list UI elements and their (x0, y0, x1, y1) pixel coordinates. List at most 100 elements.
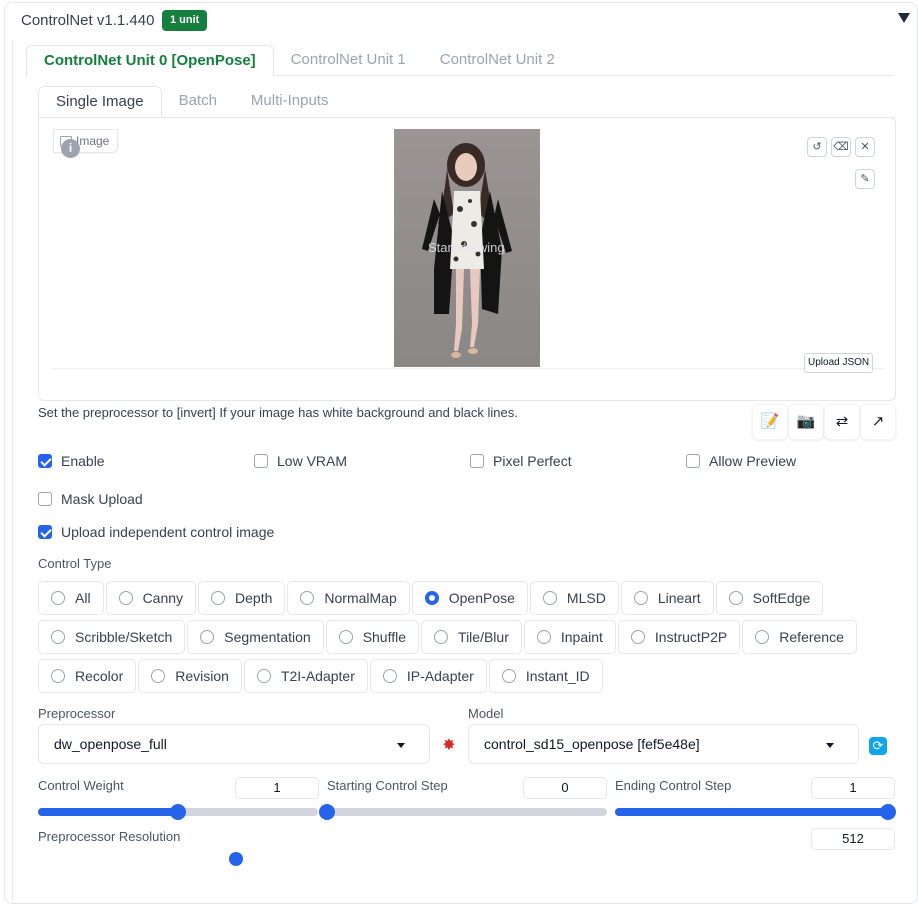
radio-circle-icon (542, 591, 557, 605)
radio-circle-icon (151, 669, 166, 683)
brush-icon[interactable]: ✎ (855, 169, 875, 189)
control-type-option-t2i-adapter[interactable]: T2I-Adapter (243, 659, 368, 693)
control-type-option-depth[interactable]: Depth (198, 581, 286, 615)
collapse-arrow-icon[interactable] (898, 13, 910, 23)
control-type-option-canny[interactable]: Canny (105, 581, 197, 615)
low-vram-checkbox-box[interactable] (254, 454, 268, 468)
control-type-option-label: Canny (142, 590, 184, 606)
radio-circle-icon (338, 630, 353, 644)
control-type-option-label: IP-Adapter (406, 668, 474, 684)
control-type-option-shuffle[interactable]: Shuffle (325, 620, 420, 654)
starting-step-input[interactable]: 0 (523, 777, 607, 799)
control-type-option-recolor[interactable]: Recolor (38, 659, 137, 693)
mask-upload-label: Mask Upload (61, 491, 143, 507)
edit-icon[interactable]: 📝 (752, 404, 788, 440)
radio-circle-icon (51, 591, 65, 605)
run-preprocessor-icon[interactable]: ✸ (440, 737, 458, 755)
pixel-perfect-checkbox-box[interactable] (470, 454, 484, 468)
control-type-option-label: All (75, 590, 91, 606)
tab-unit-0[interactable]: ControlNet Unit 0 [OpenPose] (26, 45, 274, 77)
control-type-option-scribble-sketch[interactable]: Scribble/Sketch (38, 620, 186, 654)
control-type-option-softedge[interactable]: SoftEdge (715, 581, 824, 615)
upload-independent-checkbox-box[interactable] (38, 525, 52, 539)
refresh-icon[interactable]: ⟳ (869, 737, 887, 755)
starting-step-slider-handle[interactable] (319, 804, 335, 820)
radio-circle-icon (633, 591, 648, 605)
enable-checkbox[interactable]: Enable (38, 453, 105, 469)
accordion-title[interactable]: ControlNet v1.1.440 (21, 12, 154, 29)
control-type-option-instant-id[interactable]: Instant_ID (488, 659, 603, 693)
pixel-perfect-checkbox[interactable]: Pixel Perfect (470, 453, 572, 469)
control-type-option-openpose[interactable]: OpenPose (411, 581, 528, 615)
control-type-option-label: Depth (235, 590, 273, 606)
preprocessor-label: Preprocessor (38, 706, 116, 721)
chevron-down-icon (826, 743, 834, 748)
swap-icon[interactable]: ⇄ (824, 404, 860, 440)
control-weight-slider[interactable] (38, 804, 318, 820)
control-type-option-segmentation[interactable]: Segmentation (187, 620, 324, 654)
control-type-option-label: MLSD (566, 590, 606, 606)
radio-circle-icon (118, 591, 133, 605)
control-type-option-ip-adapter[interactable]: IP-Adapter (369, 659, 487, 693)
control-type-option-normalmap[interactable]: NormalMap (287, 581, 410, 615)
control-type-option-label: InstructP2P (654, 629, 728, 645)
starting-step-label: Starting Control Step (327, 778, 448, 793)
mask-upload-checkbox[interactable]: Mask Upload (38, 491, 143, 507)
eraser-icon[interactable]: ⌫ (831, 137, 851, 157)
ending-step-label: Ending Control Step (615, 778, 732, 793)
tab-multi-inputs[interactable]: Multi-Inputs (234, 86, 346, 116)
low-vram-checkbox[interactable]: Low VRAM (254, 453, 347, 469)
mask-upload-checkbox-box[interactable] (38, 492, 52, 506)
unit-count-badge: 1 unit (162, 10, 208, 31)
radio-circle-icon (51, 630, 65, 644)
starting-step-slider[interactable] (319, 804, 607, 820)
control-type-option-label: Revision (175, 668, 229, 684)
radio-circle-icon (256, 669, 271, 683)
control-type-option-mlsd[interactable]: MLSD (529, 581, 619, 615)
unit-tabs: ControlNet Unit 0 [OpenPose] ControlNet … (26, 45, 572, 77)
control-type-option-lineart[interactable]: Lineart (620, 581, 714, 615)
camera-icon[interactable]: 📷 (788, 404, 824, 440)
control-type-row: Recolor Revision T2I-Adapter IP-Adapter Inst… (38, 659, 898, 698)
control-type-option-instructp2p[interactable]: InstructP2P (617, 620, 741, 654)
control-type-option-label: NormalMap (324, 590, 397, 606)
tab-single-image[interactable]: Single Image (38, 86, 162, 118)
tab-batch[interactable]: Batch (162, 86, 234, 116)
upload-json-button[interactable]: Upload JSON (804, 353, 874, 373)
model-label: Model (468, 706, 504, 721)
tab-unit-2[interactable]: ControlNet Unit 2 (423, 45, 572, 75)
preprocessor-resolution-input[interactable]: 512 (811, 828, 895, 850)
preprocessor-resolution-slider-handle[interactable] (229, 852, 243, 866)
ending-step-slider-handle[interactable] (880, 804, 896, 820)
radio-circle-icon (728, 591, 743, 605)
radio-circle-icon (200, 630, 215, 644)
info-icon[interactable]: i (61, 139, 80, 158)
close-icon[interactable]: ✕ (855, 137, 875, 157)
control-type-option-revision[interactable]: Revision (138, 659, 242, 693)
ending-step-slider[interactable] (615, 804, 896, 820)
control-type-option-inpaint[interactable]: Inpaint (523, 620, 616, 654)
control-type-option-tile-blur[interactable]: Tile/Blur (421, 620, 522, 654)
radio-circle-icon (211, 591, 226, 605)
control-type-row: All Canny Depth NormalMap OpenPose MLSD Linear… (38, 581, 898, 620)
preprocessor-value: dw_openpose_full (54, 736, 167, 752)
upload-independent-label: Upload independent control image (61, 524, 275, 540)
tab-unit-1[interactable]: ControlNet Unit 1 (274, 45, 423, 75)
control-weight-slider-handle[interactable] (170, 804, 186, 820)
send-dimensions-icon[interactable]: ↗ (860, 404, 896, 440)
model-dropdown[interactable]: control_sd15_openpose [fef5e48e] (468, 724, 859, 764)
low-vram-label: Low VRAM (277, 453, 348, 469)
control-type-option-all[interactable]: All (38, 581, 104, 615)
control-type-row: Scribble/Sketch Segmentation Shuffle Tile/B… (38, 620, 898, 659)
allow-preview-checkbox[interactable]: Allow Preview (686, 453, 796, 469)
control-weight-input[interactable]: 1 (235, 777, 319, 799)
preprocessor-dropdown[interactable]: dw_openpose_full (38, 724, 430, 764)
control-type-option-label: OpenPose (448, 590, 515, 606)
ending-step-input[interactable]: 1 (811, 777, 895, 799)
control-type-option-label: Recolor (75, 668, 124, 684)
upload-independent-checkbox[interactable]: Upload independent control image (38, 524, 274, 540)
allow-preview-checkbox-box[interactable] (686, 454, 700, 468)
control-type-option-reference[interactable]: Reference (742, 620, 857, 654)
undo-icon[interactable]: ↺ (807, 137, 827, 157)
enable-checkbox-box[interactable] (38, 454, 52, 468)
